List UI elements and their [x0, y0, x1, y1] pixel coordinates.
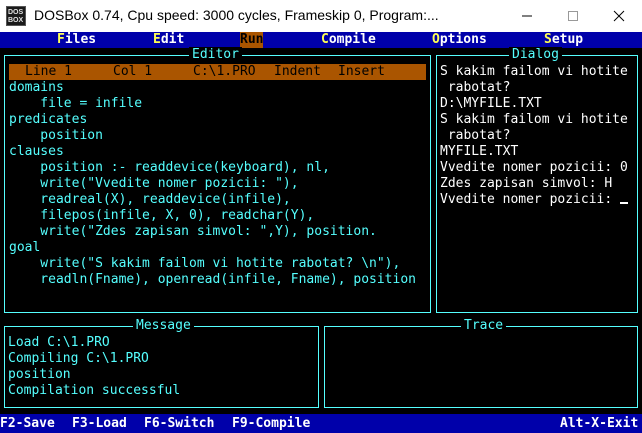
menu-options[interactable]: Options	[432, 32, 487, 48]
close-icon	[613, 10, 625, 22]
editor-status-line: Line 1 Col 1 C:\1.PRO Indent Insert	[9, 64, 426, 80]
menu-compile[interactable]: Compile	[321, 32, 376, 48]
app-icon-text-bottom: BOX	[8, 17, 24, 24]
message-line: position	[8, 367, 71, 382]
fkey-save[interactable]: F2-Save	[0, 416, 55, 432]
dialog-line: rabotat?	[440, 80, 511, 95]
code-line: readln(Fname), openread(infile, Fname), …	[9, 272, 416, 287]
dialog-line: MYFILE.TXT	[440, 144, 519, 159]
fkey-compile[interactable]: F9-Compile	[232, 416, 310, 432]
editor-title: Editor	[189, 47, 242, 63]
menu-files[interactable]: Files	[57, 32, 96, 48]
dialog-prompt: Vvedite nomer pozicii:	[440, 192, 621, 207]
main-menu-bar: Files Edit Run Compile Options Setup	[0, 32, 642, 48]
menu-setup[interactable]: Setup	[544, 32, 583, 48]
editor-panel[interactable]: Editor Line 1 Col 1 C:\1.PRO Indent Insert d…	[4, 47, 431, 313]
message-title: Message	[133, 318, 194, 334]
dialog-input-line[interactable]: Vvedite nomer pozicii:	[440, 192, 636, 208]
maximize-button[interactable]	[550, 0, 596, 32]
minimize-button[interactable]	[504, 0, 550, 32]
dialog-line: Vvedite nomer pozicii: 0	[440, 160, 628, 175]
close-button[interactable]	[596, 0, 642, 32]
fkey-load[interactable]: F3-Load	[72, 416, 127, 432]
message-line: Load C:\1.PRO	[8, 335, 110, 350]
code-line: file = infile	[9, 96, 143, 111]
editor-code-area[interactable]: domains file = infile predicates positio…	[9, 80, 427, 310]
code-line: write("S kakim failom vi hotite rabotat?…	[9, 256, 401, 271]
text-cursor	[620, 202, 629, 204]
window-titlebar[interactable]: DOS BOX DOSBox 0.74, Cpu speed: 3000 cyc…	[0, 0, 642, 32]
window-title: DOSBox 0.74, Cpu speed: 3000 cycles, Fra…	[34, 7, 439, 23]
code-line: readreal(X), readdevice(infile),	[9, 192, 291, 207]
code-line: predicates	[9, 112, 88, 127]
dialog-title: Dialog	[509, 47, 562, 63]
status-line-number: Line 1	[25, 64, 72, 79]
code-line: filepos(infile, X, 0), readchar(Y),	[9, 208, 315, 223]
code-line: write("Vvedite nomer pozicii: "),	[9, 176, 299, 191]
dosbox-app-icon: DOS BOX	[6, 6, 26, 26]
trace-panel: Trace	[324, 318, 638, 408]
menu-edit[interactable]: Edit	[153, 32, 184, 48]
status-insert-mode: Insert	[338, 64, 385, 79]
dialog-line: Zdes zapisan simvol: H	[440, 176, 613, 191]
fkey-switch[interactable]: F6-Switch	[144, 416, 214, 432]
message-panel: Message Load C:\1.PRO Compiling C:\1.PRO…	[4, 318, 319, 408]
status-file-name: C:\1.PRO	[193, 64, 256, 79]
dialog-line: S kakim failom vi hotite	[440, 112, 628, 127]
status-indent-mode: Indent	[274, 64, 321, 79]
function-key-bar: F2-Save F3-Load F6-Switch F9-Compile Alt…	[0, 414, 642, 433]
dialog-line: S kakim failom vi hotite	[440, 64, 628, 79]
minimize-icon	[522, 15, 532, 17]
message-output-area: Load C:\1.PRO Compiling C:\1.PRO positio…	[8, 335, 316, 405]
code-line: clauses	[9, 144, 64, 159]
maximize-icon	[568, 11, 578, 21]
dialog-line: rabotat?	[440, 128, 511, 143]
status-column-number: Col 1	[113, 64, 153, 79]
dialog-panel[interactable]: Dialog S kakim failom vi hotite rabotat?…	[436, 47, 638, 313]
dialog-output-area[interactable]: S kakim failom vi hotite rabotat? D:\MYF…	[440, 64, 636, 310]
message-line: Compilation successful	[8, 383, 181, 398]
code-line: position	[9, 128, 103, 143]
code-line: position :- readdevice(keyboard), nl,	[9, 160, 330, 175]
trace-title: Trace	[461, 318, 507, 334]
app-icon-text-top: DOS	[8, 9, 24, 16]
dialog-line: D:\MYFILE.TXT	[440, 96, 542, 111]
code-line: goal	[9, 240, 41, 255]
menu-run[interactable]: Run	[240, 32, 264, 48]
message-line: Compiling C:\1.PRO	[8, 351, 149, 366]
code-line: write("Zdes zapisan simvol: ",Y), positi…	[9, 224, 377, 239]
code-line: domains	[9, 80, 64, 95]
fkey-exit[interactable]: Alt-X-Exit	[560, 416, 638, 432]
